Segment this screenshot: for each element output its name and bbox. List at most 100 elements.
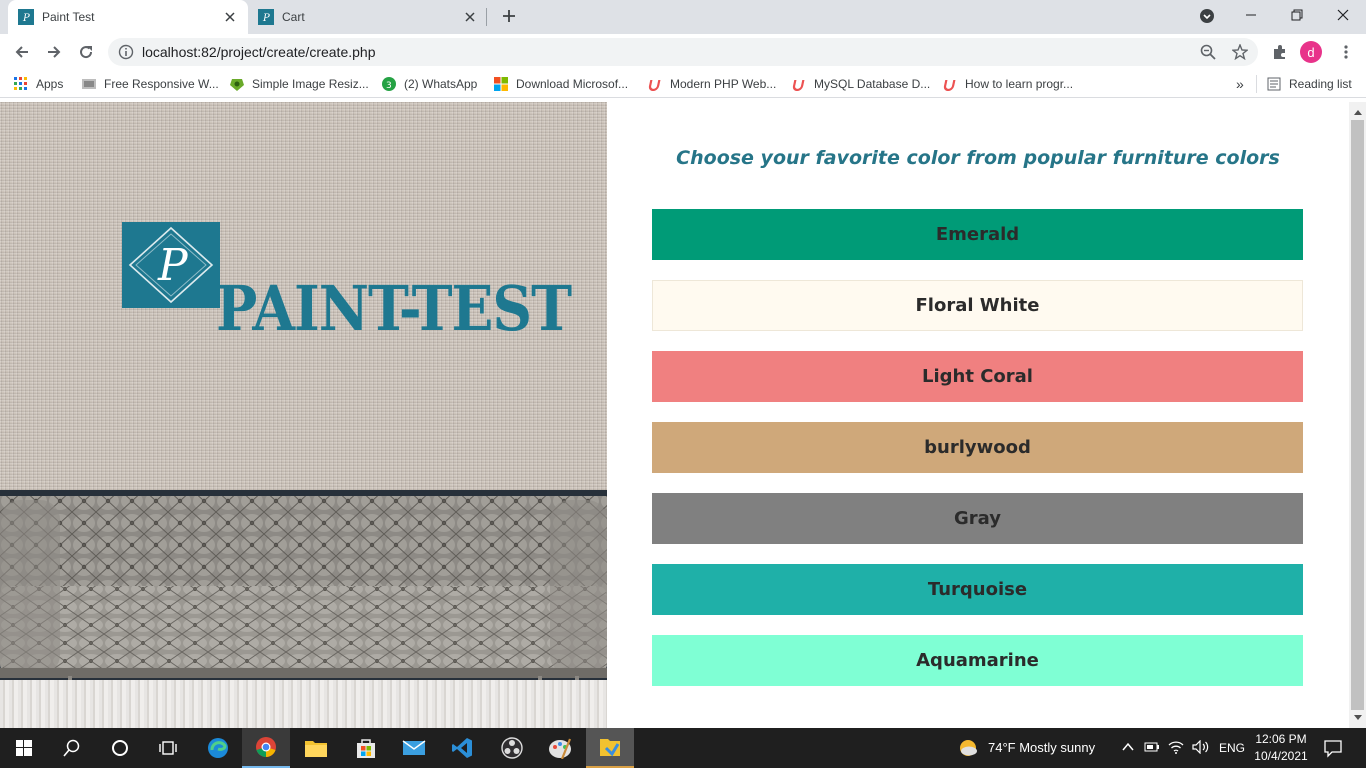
bookmark-free-responsive[interactable]: Free Responsive W... [82,75,219,93]
taskbar-paint[interactable] [536,728,584,768]
taskbar-search-button[interactable] [48,728,96,768]
bookmark-label: Download Microsof... [516,77,629,91]
chevron-up-icon[interactable] [1122,740,1134,754]
close-tab-icon[interactable] [462,9,478,25]
vscode-icon [452,738,472,758]
bookmark-whatsapp[interactable]: 3 (2) WhatsApp [382,75,477,93]
taskbar-clock[interactable]: 12:06 PM 10/4/2021 [1250,731,1312,765]
bookmark-image-resizer[interactable]: Simple Image Resiz... [230,75,369,93]
svg-text:P: P [22,13,30,24]
extensions-button[interactable] [1266,38,1294,66]
windows-logo-icon [16,740,32,756]
floor [0,680,607,728]
color-option-gray[interactable]: Gray [652,493,1303,544]
browser-menu-button[interactable] [1332,38,1360,66]
color-option-emerald[interactable]: Emerald [652,209,1303,260]
tab-title: Cart [282,10,305,24]
close-icon [1337,9,1349,21]
reading-list-icon [1267,77,1281,91]
bookmark-apps[interactable]: Apps [14,75,63,93]
minimize-button[interactable] [1228,0,1274,30]
taskbar-obs[interactable] [488,728,536,768]
bookmark-label: Free Responsive W... [104,77,219,91]
weather-text[interactable]: 74°F Mostly sunny [988,740,1095,755]
restore-icon [1291,9,1303,21]
taskbar-edge[interactable] [194,728,242,768]
restore-button[interactable] [1274,0,1320,30]
paint-test-favicon-icon: P [18,9,34,25]
file-manager-icon [600,739,620,757]
scroll-up-icon[interactable] [1349,104,1366,120]
page-heading: Choose your favorite color from popular … [676,147,1280,169]
color-option-floral-white[interactable]: Floral White [652,280,1303,331]
tab-cart[interactable]: P Cart [248,0,488,34]
forward-button[interactable] [40,38,68,66]
plus-icon [503,10,515,22]
task-view-button[interactable] [144,728,192,768]
wifi-icon[interactable] [1168,740,1184,754]
weather-sun-icon[interactable] [958,738,978,758]
close-window-button[interactable] [1320,0,1366,30]
apps-grid-icon [14,77,27,90]
tab-separator [486,8,487,26]
logo-emblem: P [122,222,220,308]
reading-list-button[interactable]: Reading list [1256,75,1352,93]
taskbar-pinned-app[interactable] [586,728,634,768]
color-option-light-coral[interactable]: Light Coral [652,351,1303,402]
close-tab-icon[interactable] [222,9,238,25]
new-tab-button[interactable] [498,5,520,27]
scroll-down-icon[interactable] [1349,710,1366,726]
volume-icon[interactable] [1192,740,1210,754]
folder-icon [305,741,327,757]
cortana-button[interactable] [96,728,144,768]
start-button[interactable] [0,728,48,768]
bookmark-label: Simple Image Resiz... [252,77,369,91]
color-option-turquoise[interactable]: Turquoise [652,564,1303,615]
scroll-thumb[interactable] [1351,120,1364,710]
bookmark-star-icon[interactable] [1232,44,1248,60]
hero-image: P PAINT-TEST [0,102,607,728]
bookmark-label: (2) WhatsApp [404,77,478,91]
taskbar-store[interactable] [342,728,390,768]
cortana-icon [112,740,128,756]
battery-icon[interactable] [1144,740,1160,754]
profile-avatar[interactable]: d [1300,41,1322,63]
tab-search-icon[interactable] [1199,8,1215,24]
color-option-burlywood[interactable]: burlywood [652,422,1303,473]
bookmark-learn-programming[interactable]: How to learn progr... [943,75,1073,93]
bookmarks-overflow-button[interactable]: » [1236,75,1244,93]
address-bar[interactable]: localhost:82/project/create/create.php [108,38,1258,66]
back-button[interactable] [8,38,36,66]
paint-test-favicon-icon: P [258,9,274,25]
language-indicator[interactable]: ENG [1219,741,1245,755]
browser-toolbar: localhost:82/project/create/create.php d [0,34,1366,70]
bookmark-mysql[interactable]: MySQL Database D... [792,75,930,93]
puzzle-icon [1274,45,1285,59]
taskbar-chrome[interactable] [242,728,290,768]
tab-strip: P Paint Test P Cart [0,0,1366,34]
page-scrollbar[interactable] [1349,102,1366,728]
bookmark-label: MySQL Database D... [814,77,931,91]
udemy-icon [792,80,805,91]
mail-icon [402,740,426,755]
tab-paint-test[interactable]: P Paint Test [8,0,248,34]
color-option-aquamarine[interactable]: Aquamarine [652,635,1303,686]
taskbar-vscode[interactable] [438,728,486,768]
taskbar-mail[interactable] [390,728,438,768]
bookmark-microsoft[interactable]: Download Microsof... [494,75,628,93]
reading-list-label: Reading list [1289,77,1352,91]
microsoft-icon [494,77,508,91]
taskbar-file-explorer[interactable] [292,728,340,768]
bookmarks-bar: Apps Free Responsive W... Simple Image R… [0,70,1366,98]
clock-date: 10/4/2021 [1254,749,1308,763]
minimize-icon [1246,14,1256,16]
task-view-icon [159,741,177,755]
obs-icon [501,737,523,759]
chrome-icon [256,737,276,757]
zoom-icon[interactable] [1200,44,1216,60]
notification-center-icon[interactable] [1323,738,1343,758]
image-resizer-icon [230,79,244,91]
reload-button[interactable] [72,38,100,66]
info-icon [118,44,134,60]
bookmark-modern-php[interactable]: Modern PHP Web... [648,75,776,93]
